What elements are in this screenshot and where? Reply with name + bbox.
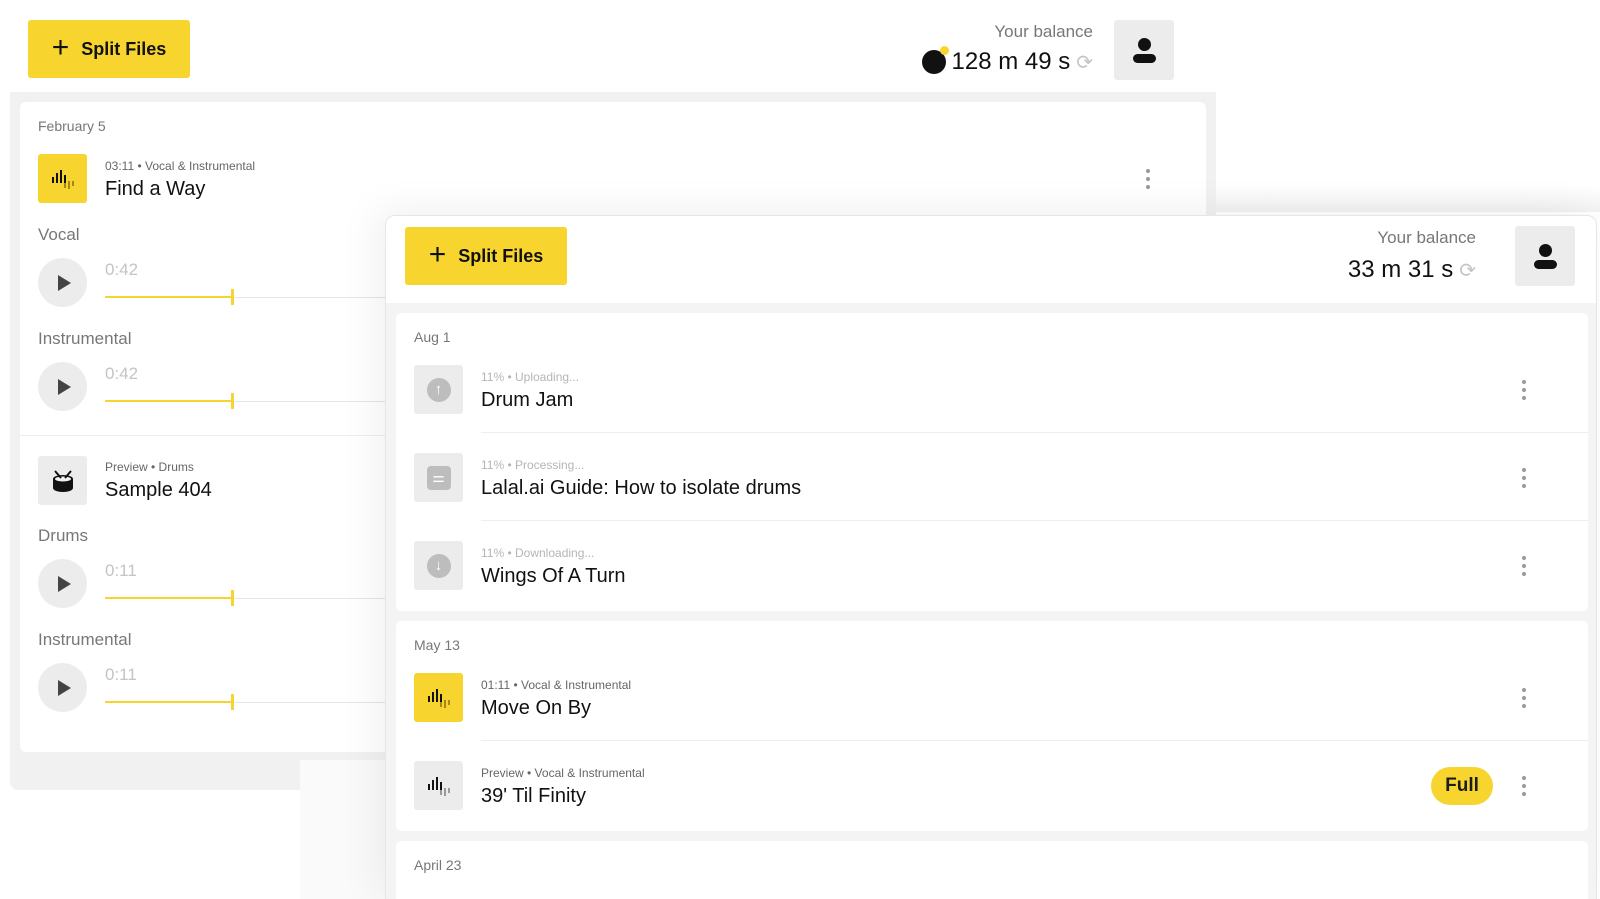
item-title[interactable]: Move On By — [481, 697, 591, 720]
front-window: + Split Files Your balance 33 m 31 s ⟳ A… — [385, 215, 1597, 899]
play-button[interactable] — [38, 663, 87, 712]
avatar-button[interactable] — [1114, 20, 1174, 80]
item-meta: Preview • Drums — [105, 460, 194, 474]
group-date: Aug 1 — [414, 329, 451, 345]
balance-amount: 33 m 31 s — [1347, 256, 1454, 283]
user-icon-body — [1534, 260, 1557, 269]
group-date: May 13 — [414, 637, 460, 653]
user-icon-body — [1133, 54, 1156, 63]
item-meta: 03:11 • Vocal & Instrumental — [105, 159, 256, 173]
progress-remaining — [234, 702, 394, 703]
split-files-label: Split Files — [81, 38, 167, 59]
item-meta: 11% • Uploading... — [481, 370, 580, 384]
balance-label: Your balance — [994, 22, 1093, 41]
stem-time: 0:11 — [105, 665, 137, 684]
user-icon-head — [1539, 244, 1552, 257]
upload-icon: ↑ — [414, 365, 463, 414]
item-title[interactable]: Drum Jam — [481, 389, 573, 412]
play-button[interactable] — [38, 362, 87, 411]
balance-value: 33 m 31 s ⟳ — [1348, 256, 1476, 284]
stem-time: 0:11 — [105, 561, 137, 580]
play-icon — [58, 679, 71, 696]
split-files-button[interactable]: + Split Files — [405, 227, 567, 285]
more-options-icon[interactable] — [1514, 375, 1534, 405]
row-divider — [481, 520, 1588, 521]
progress-remaining — [234, 598, 394, 599]
back-topbar: + Split Files Your balance 128 m 49 s ⟳ — [10, 0, 1216, 92]
progress-track[interactable] — [105, 597, 233, 599]
more-options-icon[interactable] — [1514, 683, 1534, 713]
history-card: April 23 — [396, 841, 1588, 899]
play-button[interactable] — [38, 559, 87, 608]
more-options-icon[interactable] — [1138, 164, 1158, 194]
group-date: February 5 — [38, 118, 106, 134]
progress-remaining — [234, 297, 394, 298]
play-icon — [58, 378, 71, 395]
waveform-icon — [38, 154, 87, 203]
item-title[interactable]: 39' Til Finity — [481, 785, 586, 808]
item-meta: 11% • Downloading... — [481, 546, 595, 560]
balance-amount: 128 m 49 s — [951, 48, 1071, 75]
stem-label: Instrumental — [38, 630, 132, 649]
more-options-icon[interactable] — [1514, 463, 1534, 493]
download-icon: ↓ — [414, 541, 463, 590]
stem-label: Vocal — [38, 225, 80, 244]
plus-icon: + — [428, 237, 447, 271]
progress-track[interactable] — [105, 400, 233, 402]
refresh-icon[interactable]: ⟳ — [1076, 50, 1093, 75]
item-meta: Preview • Vocal & Instrumental — [481, 766, 645, 780]
row-divider — [481, 740, 1588, 741]
item-meta: 01:11 • Vocal & Instrumental — [481, 678, 632, 692]
divider — [20, 435, 390, 436]
waveform-icon — [414, 673, 463, 722]
item-title[interactable]: Wings Of A Turn — [481, 565, 626, 588]
drum-icon — [38, 456, 87, 505]
avatar-button[interactable] — [1515, 226, 1575, 286]
progress-track[interactable] — [105, 701, 233, 703]
item-meta: 11% • Processing... — [481, 458, 585, 472]
shadow-band — [1216, 186, 1600, 212]
progress-remaining — [234, 401, 394, 402]
play-icon — [58, 575, 71, 592]
waveform-icon — [414, 761, 463, 810]
split-files-button[interactable]: + Split Files — [28, 20, 190, 78]
clock-icon — [921, 46, 949, 74]
item-title[interactable]: Sample 404 — [105, 479, 212, 502]
group-date: April 23 — [414, 857, 462, 873]
shadow-band — [300, 760, 390, 899]
stem-label: Drums — [38, 526, 89, 545]
stem-time: 0:42 — [105, 364, 139, 383]
play-button[interactable] — [38, 258, 87, 307]
full-version-button[interactable]: Full — [1431, 767, 1493, 805]
front-topbar: + Split Files Your balance 33 m 31 s ⟳ — [386, 216, 1596, 303]
balance-label: Your balance — [1377, 228, 1476, 247]
history-card: Aug 1 ↑ 11% • Uploading... Drum Jam ⚌ 11… — [396, 313, 1588, 611]
more-options-icon[interactable] — [1514, 551, 1534, 581]
sliders-icon: ⚌ — [414, 453, 463, 502]
item-title[interactable]: Find a Way — [105, 178, 205, 201]
stem-time: 0:42 — [105, 260, 139, 279]
play-icon — [58, 274, 71, 291]
balance-value: 128 m 49 s ⟳ — [921, 46, 1093, 76]
stem-label: Instrumental — [38, 329, 132, 348]
user-icon-head — [1138, 38, 1151, 51]
refresh-icon[interactable]: ⟳ — [1459, 258, 1476, 283]
history-card: May 13 01:11 • Vocal & Instrumental Move… — [396, 621, 1588, 831]
item-title[interactable]: Lalal.ai Guide: How to isolate drums — [481, 477, 801, 500]
progress-track[interactable] — [105, 296, 233, 298]
split-files-label: Split Files — [458, 245, 544, 266]
plus-icon: + — [51, 30, 70, 64]
more-options-icon[interactable] — [1514, 771, 1534, 801]
row-divider — [481, 432, 1588, 433]
